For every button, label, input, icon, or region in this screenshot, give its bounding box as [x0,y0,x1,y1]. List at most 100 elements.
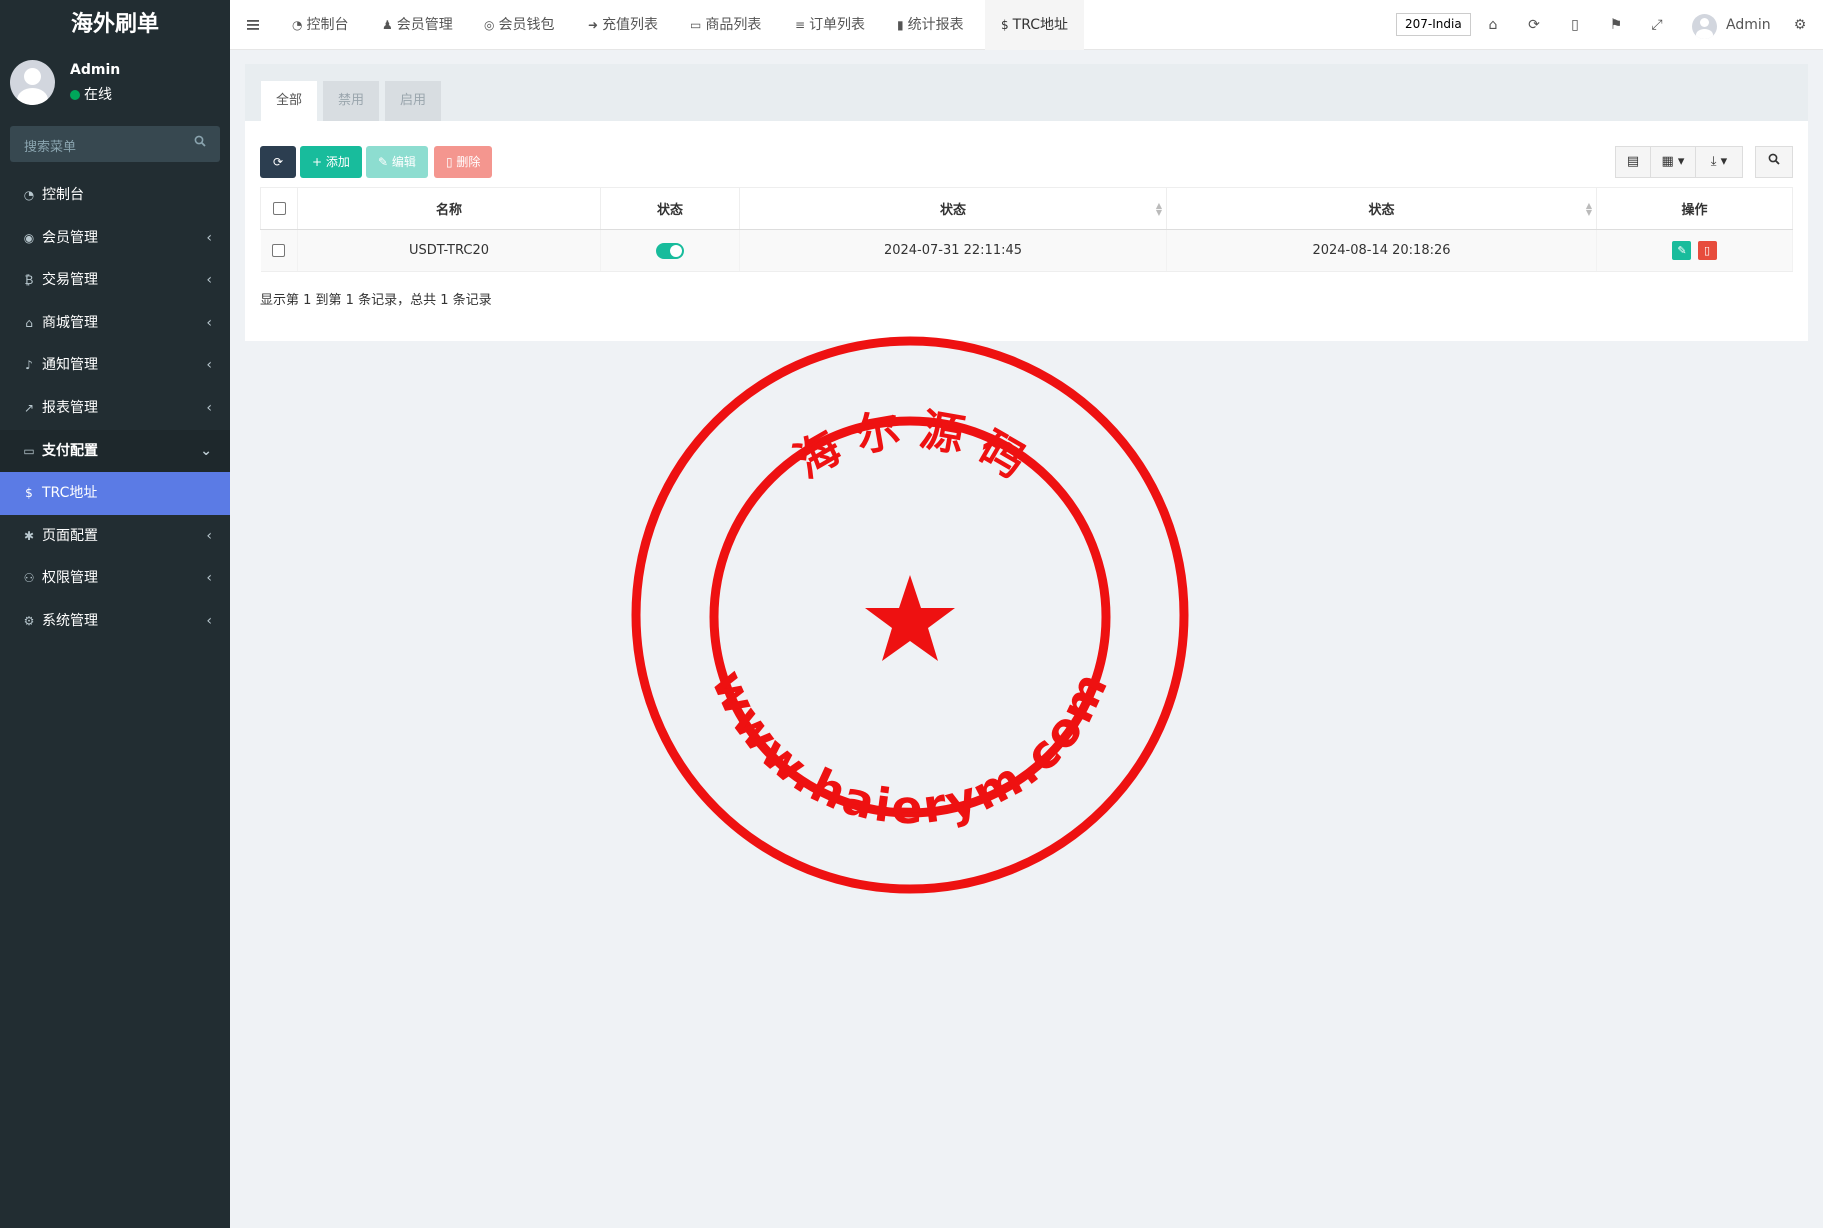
cell-actions: ✎ ▯ [1596,229,1793,272]
brand-title: 海外刷单 [0,0,230,50]
sort-icon[interactable]: ▲ ▼ [1586,202,1592,217]
toggle-view-button[interactable]: ▤ [1615,146,1651,178]
row-select-cell[interactable] [260,229,298,272]
header-username[interactable]: Admin [1726,0,1771,50]
sidebar-item-label: 报表管理 [42,399,98,416]
lang-badge[interactable]: 207-India [1396,13,1471,36]
sidebar-item-label: 商城管理 [42,314,98,331]
fullscreen-icon[interactable]: ⤢ [1645,0,1669,50]
chevron-left-icon: ‹ [206,570,212,587]
sidebar-item-permissions[interactable]: ⚇ 权限管理 ‹ [0,557,230,600]
refresh-icon[interactable]: ⟳ [1522,0,1546,50]
tab-label: 会员钱包 [498,17,555,33]
cell-updated: 2024-08-14 20:18:26 [1166,229,1597,272]
stamp-top-text: 海 尔 源 码 [786,404,1034,488]
trash-icon[interactable]: ▯ [1563,0,1587,50]
tab-stats[interactable]: ▮ 统计报表 [897,0,964,50]
gears-icon: ⚙ [23,613,35,628]
row-edit-button[interactable]: ✎ [1672,241,1692,260]
tab-members[interactable]: ♟ 会员管理 [382,0,453,50]
search-icon [1768,153,1780,169]
sidebar-item-label: 会员管理 [42,229,98,246]
dashboard-icon: ◔ [292,18,303,32]
status-toggle[interactable] [656,242,684,259]
translate-icon[interactable]: ⚑ [1604,0,1628,50]
users-icon: ⚇ [23,571,35,586]
sidebar-item-pages[interactable]: ✱ 页面配置 ‹ [0,515,230,558]
sort-icon[interactable]: ▲ ▼ [1156,202,1162,217]
column-header-updated[interactable]: 状态 ▲ ▼ [1166,187,1597,230]
sidebar-item-reports[interactable]: ↗ 报表管理 ‹ [0,387,230,430]
user-status: 在线 [70,84,112,104]
dashboard-icon: ◔ [23,188,35,202]
column-header-label: 状态 [1368,203,1395,218]
sign-in-icon: ➜ [588,18,599,32]
sidebar-item-label: TRC地址 [42,485,98,502]
select-all-checkbox[interactable] [272,202,286,215]
tab-enabled[interactable]: 启用 [385,81,442,121]
sidebar-item-label: 页面配置 [42,527,98,544]
select-all-cell[interactable] [260,187,298,230]
bar-chart-icon: ▮ [897,18,904,32]
pencil-icon: ✎ [378,155,392,169]
column-header-status[interactable]: 状态 [600,187,740,230]
tab-disabled[interactable]: 禁用 [323,81,380,121]
user-name: Admin [70,62,121,78]
sidebar-item-system[interactable]: ⚙ 系统管理 ‹ [0,600,230,643]
tab-goods[interactable]: ▭ 商品列表 [690,0,761,50]
home-icon: ⌂ [25,315,33,330]
tab-label: 统计报表 [907,17,964,33]
home-icon[interactable]: ⌂ [1481,0,1505,50]
chevron-left-icon: ‹ [206,612,212,629]
delete-button[interactable]: ▯ 删除 [434,146,493,178]
refresh-button[interactable]: ⟳ [260,146,296,178]
tab-recharge[interactable]: ➜ 充值列表 [588,0,658,50]
column-header-created[interactable]: 状态 ▲ ▼ [739,187,1167,230]
sidebar-item-trades[interactable]: ₿ 交易管理 ‹ [0,259,230,302]
top-header: ◔ 控制台 ♟ 会员管理 ◎ 会员钱包 ➜ 充值列表 ▭ 商品列表 ≡ 订单列表 ▮ 统计报表… [230,0,1823,50]
user-icon: ♟ [382,18,393,32]
chevron-left-icon: ‹ [206,399,212,416]
search-icon[interactable] [194,135,206,151]
tab-label: 订单列表 [809,17,866,33]
sidebar-item-shop[interactable]: ⌂ 商城管理 ‹ [0,302,230,345]
sidebar-item-trc-address[interactable]: $ TRC地址 [0,472,230,515]
sidebar-search[interactable]: 搜索菜单 [10,126,220,162]
tab-all[interactable]: 全部 [261,81,318,121]
header-avatar[interactable] [1692,14,1717,39]
download-icon: ⤓ ▾ [1710,154,1728,169]
filter-tabs: 全部 禁用 启用 [245,64,1808,121]
cell-created: 2024-07-31 22:11:45 [739,229,1167,272]
menu-toggle-icon[interactable] [230,0,276,50]
star-icon [865,575,955,661]
sidebar-item-payment[interactable]: ▭ 支付配置 ⌄ [0,429,230,473]
columns-button[interactable]: ▦ ▾ [1650,146,1696,178]
trash-icon: ▯ [1704,244,1711,257]
content-panel: 全部 禁用 启用 ⟳ + 添加 ✎ 编辑 ▯ 删除 ▤ ▦ ▾ ⤓ ▾ 名称 状… [245,64,1808,341]
bitcoin-icon: ₿ [24,273,34,288]
sidebar-search-input[interactable]: 搜索菜单 [24,136,76,155]
sidebar-item-members[interactable]: ◉ 会员管理 ‹ [0,217,230,260]
tab-label: 控制台 [306,17,349,33]
search-button[interactable] [1755,146,1793,178]
tab-trc-address[interactable]: $ TRC地址 [985,0,1084,50]
column-header-name[interactable]: 名称 [297,187,601,230]
user-circle-icon: ◉ [23,230,35,245]
add-button[interactable]: + 添加 [300,146,362,178]
export-button[interactable]: ⤓ ▾ [1695,146,1743,178]
sidebar-item-label: 系统管理 [42,612,98,629]
tab-wallet[interactable]: ◎ 会员钱包 [484,0,554,50]
tab-orders[interactable]: ≡ 订单列表 [795,0,865,50]
gears-icon[interactable]: ⚙ [1788,0,1812,50]
refresh-icon: ⟳ [272,155,284,169]
edit-button[interactable]: ✎ 编辑 [366,146,428,178]
row-delete-button[interactable]: ▯ [1697,241,1717,260]
sidebar-menu: ◔ 控制台 ◉ 会员管理 ‹ ₿ 交易管理 ‹ ⌂ 商城管理 ‹ ♪ 通知管理 ‹ ↗ 报表管理 ‹ … [0,174,230,643]
sidebar-item-dashboard[interactable]: ◔ 控制台 [0,174,230,217]
sidebar-item-label: 交易管理 [42,272,98,289]
user-panel: Admin 在线 [0,50,230,116]
row-checkbox[interactable] [272,244,286,257]
chevron-left-icon: ‹ [206,229,212,246]
tab-dashboard[interactable]: ◔ 控制台 [292,0,348,50]
sidebar-item-notices[interactable]: ♪ 通知管理 ‹ [0,344,230,387]
